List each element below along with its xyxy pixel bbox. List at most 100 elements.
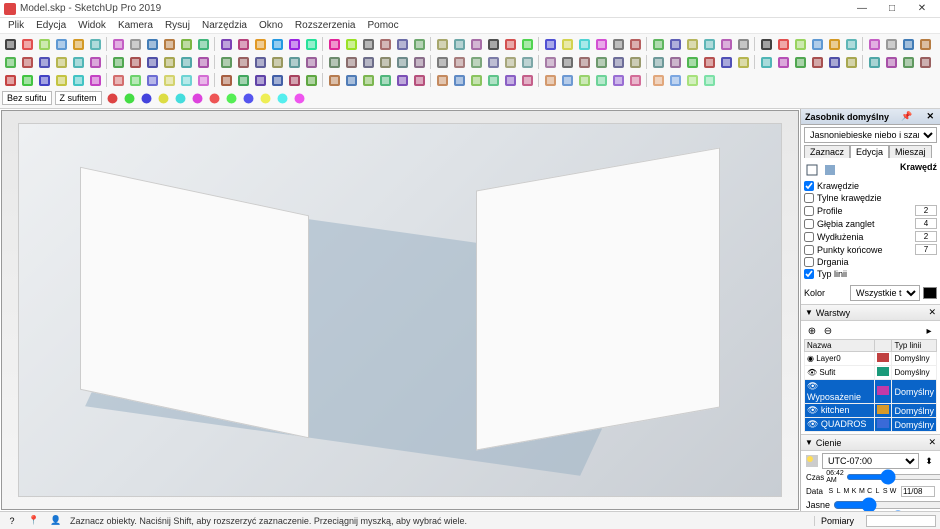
toolbar-button[interactable] <box>843 36 859 52</box>
toolbar-button[interactable] <box>559 36 575 52</box>
toolbar-button[interactable] <box>775 36 791 52</box>
tray-close-icon[interactable]: ✕ <box>924 111 936 122</box>
toolbar-button[interactable] <box>252 72 268 88</box>
toolbar-button[interactable] <box>303 54 319 70</box>
close-button[interactable]: ✕ <box>908 1 936 17</box>
toolbar-button[interactable] <box>218 36 234 52</box>
toolbar-button[interactable] <box>19 72 35 88</box>
toolbar-button[interactable] <box>411 36 427 52</box>
add-layer-icon[interactable]: ⊕ <box>806 325 818 337</box>
toolbar-button[interactable] <box>275 90 291 106</box>
toolbar-button[interactable] <box>110 36 126 52</box>
toolbar-button[interactable] <box>701 54 717 70</box>
toolbar-button[interactable] <box>224 90 240 106</box>
toolbar-button[interactable] <box>593 72 609 88</box>
toolbar-button[interactable] <box>883 36 899 52</box>
shadows-panel-header[interactable]: ▼Cienie ✕ <box>801 434 940 451</box>
toolbar-button[interactable] <box>70 36 86 52</box>
style-opt-value[interactable] <box>915 244 937 255</box>
toolbar-button[interactable] <box>144 54 160 70</box>
toolbar-button[interactable] <box>502 36 518 52</box>
model-view[interactable] <box>18 123 782 497</box>
toolbar-button[interactable] <box>36 54 52 70</box>
toolbar-button[interactable] <box>394 54 410 70</box>
style-opt-check[interactable] <box>804 257 814 267</box>
3d-viewport[interactable] <box>1 110 799 510</box>
toolbar-button[interactable] <box>684 72 700 88</box>
toolbar-button[interactable] <box>701 72 717 88</box>
toolbar-button[interactable] <box>286 54 302 70</box>
style-opt-check[interactable] <box>804 219 814 229</box>
toolbar-button[interactable] <box>667 54 683 70</box>
toolbar-button[interactable] <box>627 72 643 88</box>
toolbar-button[interactable] <box>610 72 626 88</box>
menu-okno[interactable]: Okno <box>253 19 289 32</box>
toolbar-button[interactable] <box>173 90 189 106</box>
toolbar-button[interactable] <box>161 54 177 70</box>
tab-edit[interactable]: Edycja <box>850 145 889 158</box>
toolbar-button[interactable] <box>866 54 882 70</box>
toolbar-button[interactable] <box>775 54 791 70</box>
toolbar-button[interactable] <box>87 54 103 70</box>
toolbar-button[interactable] <box>87 72 103 88</box>
toolbar-button[interactable] <box>127 36 143 52</box>
style-opt-value[interactable] <box>915 231 937 242</box>
toolbar-button[interactable] <box>826 54 842 70</box>
toolbar-button[interactable] <box>451 72 467 88</box>
tab-mix[interactable]: Mieszaj <box>889 145 932 158</box>
toolbar-button[interactable] <box>252 54 268 70</box>
toolbar-button[interactable] <box>36 72 52 88</box>
toolbar-button[interactable] <box>286 72 302 88</box>
toolbar-button[interactable] <box>87 36 103 52</box>
toolbar-button[interactable] <box>377 54 393 70</box>
toolbar-button[interactable] <box>178 72 194 88</box>
toolbar-button[interactable] <box>519 54 535 70</box>
toolbar-button[interactable] <box>144 36 160 52</box>
help-icon[interactable]: ? <box>4 513 20 529</box>
layer-row[interactable]: 👁 kitchenDomyślny <box>805 404 937 418</box>
toolbar-button[interactable] <box>139 90 155 106</box>
toolbar-button[interactable] <box>758 36 774 52</box>
style-opt-value[interactable] <box>915 218 937 229</box>
toolbar-button[interactable] <box>343 36 359 52</box>
layer-row[interactable]: 👁 SufitDomyślny <box>805 366 937 380</box>
toolbar-button[interactable] <box>576 36 592 52</box>
toolbar-button[interactable] <box>434 54 450 70</box>
toolbar-button[interactable] <box>485 36 501 52</box>
menu-widok[interactable]: Widok <box>72 19 112 32</box>
toolbar-button[interactable] <box>105 90 121 106</box>
toolbar-button[interactable] <box>792 54 808 70</box>
style-opt-check[interactable] <box>804 193 814 203</box>
face-settings-icon[interactable] <box>822 162 838 178</box>
toolbar-button[interactable] <box>207 90 223 106</box>
toolbar-button[interactable] <box>434 72 450 88</box>
toolbar-button[interactable] <box>411 72 427 88</box>
toolbar-button[interactable] <box>519 72 535 88</box>
toolbar-button[interactable] <box>2 72 18 88</box>
toolbar-button[interactable] <box>178 54 194 70</box>
toolbar-button[interactable] <box>667 36 683 52</box>
toolbar-button[interactable] <box>377 72 393 88</box>
toolbar-button[interactable] <box>36 36 52 52</box>
style-opt-check[interactable] <box>804 245 814 255</box>
toolbar-button[interactable] <box>195 72 211 88</box>
maximize-button[interactable]: □ <box>878 1 906 17</box>
menu-rysuj[interactable]: Rysuj <box>159 19 196 32</box>
toolbar-button[interactable] <box>758 54 774 70</box>
time-slider[interactable] <box>846 474 940 480</box>
toolbar-button[interactable] <box>122 90 138 106</box>
toolbar-button[interactable] <box>218 54 234 70</box>
toolbar-button[interactable] <box>684 36 700 52</box>
date-value[interactable] <box>901 486 935 497</box>
toolbar-button[interactable] <box>110 54 126 70</box>
toolbar-button[interactable] <box>593 36 609 52</box>
toolbar-button[interactable] <box>360 72 376 88</box>
layer-row[interactable]: 👁 QUADROSDomyślny <box>805 418 937 432</box>
toolbar-button[interactable] <box>650 54 666 70</box>
toolbar-button[interactable] <box>411 54 427 70</box>
toolbar-button[interactable] <box>809 54 825 70</box>
scene-tab-no-ceiling[interactable]: Bez sufitu <box>2 91 52 105</box>
menu-rozszerzenia[interactable]: Rozszerzenia <box>289 19 362 32</box>
toolbar-button[interactable] <box>286 36 302 52</box>
toolbar-button[interactable] <box>343 54 359 70</box>
